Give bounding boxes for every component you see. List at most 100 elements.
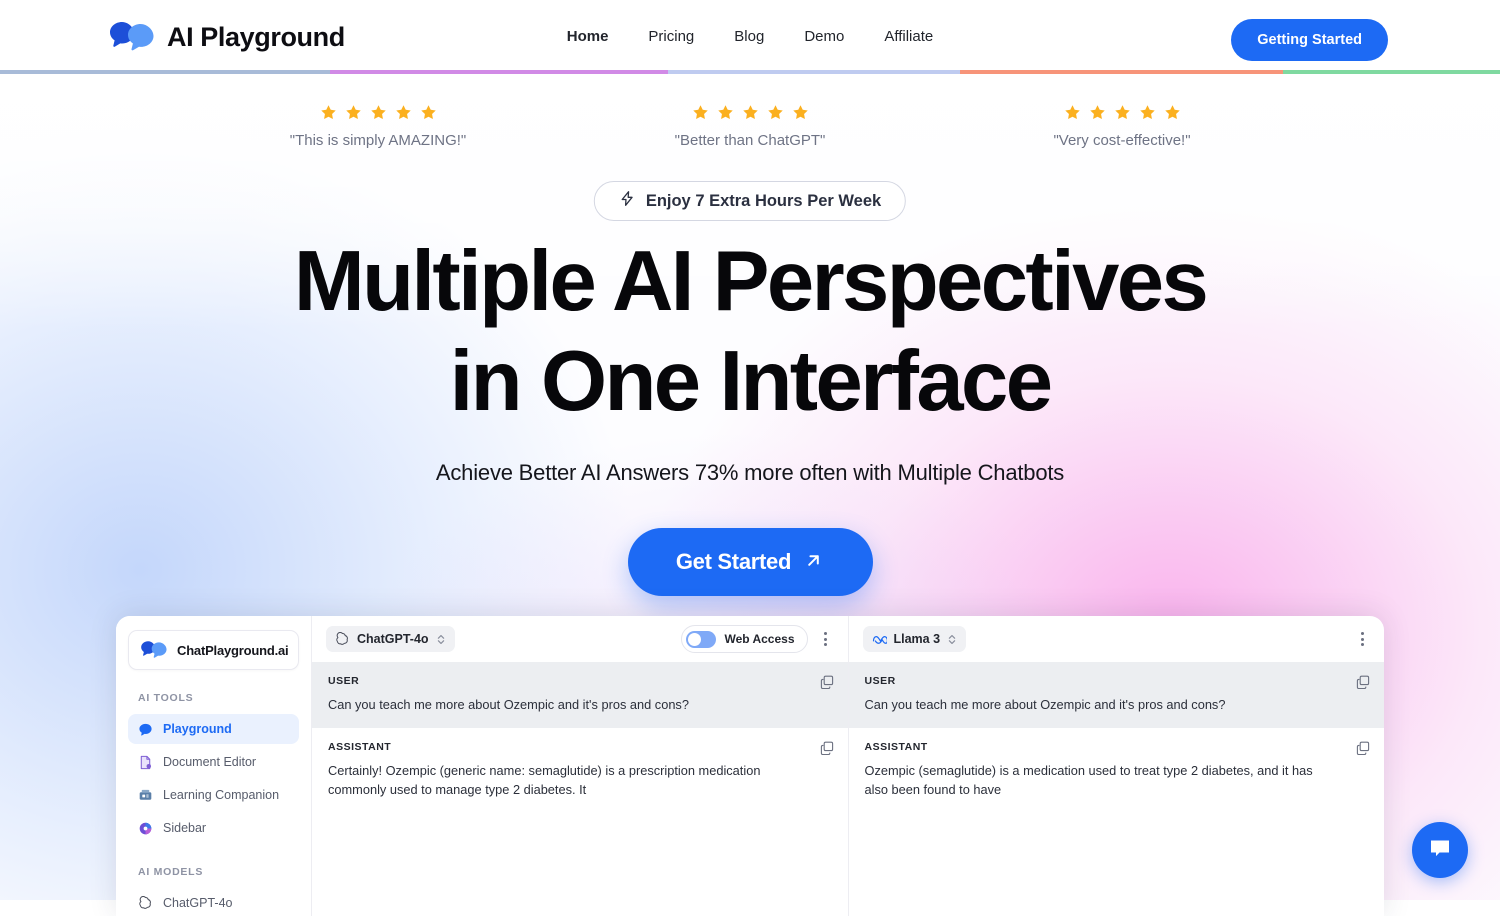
get-started-label: Get Started [676,549,791,575]
page-title: Multiple AI Perspectives in One Interfac… [0,232,1500,432]
testimonial-1: "This is simply AMAZING!" [192,104,564,149]
star-icon [742,104,759,121]
message-role-label: ASSISTANT [328,741,832,753]
chat-widget-button[interactable] [1412,822,1468,878]
star-icon [717,104,734,121]
sidebar-item-label: ChatGPT-4o [163,896,232,910]
web-access-toggle[interactable]: Web Access [681,625,807,653]
kebab-menu-icon[interactable] [818,631,834,647]
sidebar-item-label: Playground [163,722,232,736]
lightning-bolt-icon [619,190,636,212]
app-brand-name: ChatPlayground.ai [177,643,288,658]
web-access-label: Web Access [724,632,794,646]
chat-message-user: USER Can you teach me more about Ozempic… [312,662,848,728]
openai-icon [138,896,153,911]
model-name-label: ChatGPT-4o [357,632,429,646]
sidebar-item-label: Sidebar [163,821,206,835]
star-icon [395,104,412,121]
toggle-knob [688,633,701,646]
sidebar-item-document-editor[interactable]: Document Editor [128,747,299,777]
getting-started-button[interactable]: Getting Started [1231,19,1388,61]
sidebar-item-playground[interactable]: Playground [128,714,299,744]
chat-panel-chatgpt: ChatGPT-4o Web Access USER Can you teach [312,616,849,916]
document-icon [138,755,153,770]
testimonial-quote: "This is simply AMAZING!" [192,132,564,149]
chat-panel-toolbar: Llama 3 [849,616,1385,662]
sidebar-heading-ai-models: AI MODELS [128,866,299,878]
model-selector-chatgpt[interactable]: ChatGPT-4o [326,626,455,652]
toggle-switch[interactable] [686,631,716,648]
sidebar-item-learning-companion[interactable]: Learning Companion [128,780,299,810]
copy-icon[interactable] [1356,675,1370,689]
sidebar-item-label: Learning Companion [163,788,279,802]
app-brand-card[interactable]: ChatPlayground.ai [128,630,299,670]
copy-icon[interactable] [820,675,834,689]
badge-label: Enjoy 7 Extra Hours Per Week [646,192,881,211]
chevron-up-down-icon [436,633,446,646]
star-icon [767,104,784,121]
kebab-menu-icon[interactable] [1354,631,1370,647]
sidebar-item-chatgpt-4o[interactable]: ChatGPT-4o [128,888,299,916]
hero-section: Multiple AI Perspectives in One Interfac… [0,232,1500,596]
rainbow-segment-2 [330,70,668,74]
star-icon [370,104,387,121]
star-icon [1139,104,1156,121]
site-header: AI Playground Home Pricing Blog Demo Aff… [0,0,1500,72]
app-preview-window: ChatPlayground.ai AI TOOLS Playground Do… [116,616,1384,916]
nav-item-affiliate[interactable]: Affiliate [864,28,953,45]
app-main-area: ChatGPT-4o Web Access USER Can you teach [312,616,1384,916]
chat-message-assistant: ASSISTANT Certainly! Ozempic (generic na… [312,728,848,813]
nav-item-home[interactable]: Home [547,28,629,45]
star-icon [692,104,709,121]
message-role-label: ASSISTANT [865,741,1369,753]
star-icon [320,104,337,121]
star-rating [936,104,1308,121]
sidebar-spacer [128,846,299,866]
star-icon [1064,104,1081,121]
message-text: Certainly! Ozempic (generic name: semagl… [328,761,832,799]
openai-icon [335,632,350,647]
nav-item-pricing[interactable]: Pricing [628,28,714,45]
app-sidebar: ChatPlayground.ai AI TOOLS Playground Do… [116,616,312,916]
message-text: Can you teach me more about Ozempic and … [865,695,1369,714]
model-name-label: Llama 3 [894,632,941,646]
arrow-up-right-icon [803,550,824,574]
rainbow-segment-1 [0,70,330,74]
get-started-button[interactable]: Get Started [628,528,873,596]
hours-saved-badge[interactable]: Enjoy 7 Extra Hours Per Week [594,181,906,221]
star-icon [420,104,437,121]
chevron-up-down-icon [947,633,957,646]
star-icon [1089,104,1106,121]
testimonial-quote: "Very cost-effective!" [936,132,1308,149]
rainbow-divider [0,70,1500,74]
chat-bubble-icon [1427,835,1453,866]
copy-icon[interactable] [820,741,834,755]
star-icon [1114,104,1131,121]
hero-title-line-2: in One Interface [450,334,1051,429]
message-role-label: USER [328,675,832,687]
model-selector-llama[interactable]: Llama 3 [863,626,967,652]
rainbow-segment-4 [960,70,1283,74]
chat-bubble-icon [138,722,153,737]
chat-message-user: USER Can you teach me more about Ozempic… [849,662,1385,728]
hero-title-line-1: Multiple AI Perspectives [294,234,1206,329]
meta-icon [872,632,887,647]
star-icon [345,104,362,121]
chat-panel-llama: Llama 3 USER Can you teach me more about… [849,616,1385,916]
testimonial-2: "Better than ChatGPT" [564,104,936,149]
testimonial-3: "Very cost-effective!" [936,104,1308,149]
copy-icon[interactable] [1356,741,1370,755]
message-text: Ozempic (semaglutide) is a medication us… [865,761,1369,799]
graduation-icon [138,788,153,803]
star-icon [1164,104,1181,121]
star-rating [192,104,564,121]
message-role-label: USER [865,675,1369,687]
message-text: Can you teach me more about Ozempic and … [328,695,832,714]
rainbow-segment-3 [668,70,961,74]
sidebar-item-label: Document Editor [163,755,256,769]
sidebar-item-sidebar[interactable]: Sidebar [128,813,299,843]
nav-item-demo[interactable]: Demo [784,28,864,45]
chat-message-assistant: ASSISTANT Ozempic (semaglutide) is a med… [849,728,1385,813]
nav-item-blog[interactable]: Blog [714,28,784,45]
testimonials-row: "This is simply AMAZING!" "Better than C… [0,104,1500,176]
